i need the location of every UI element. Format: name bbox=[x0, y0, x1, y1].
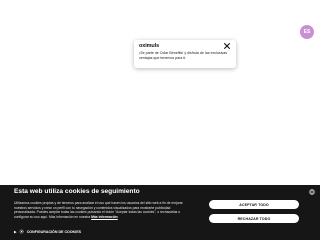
close-icon[interactable] bbox=[223, 42, 231, 50]
reject-all-button[interactable]: RECHAZAR TODO bbox=[209, 214, 299, 223]
accept-all-button[interactable]: ACEPTAR TODO bbox=[209, 200, 299, 209]
promo-logo: oximuls bbox=[139, 43, 160, 49]
promo-text: ¡Se parte de Oclar Benefits! y disfruta … bbox=[139, 51, 228, 60]
more-info-link[interactable]: Más información bbox=[91, 215, 118, 219]
cookie-banner-title: Esta web utiliza cookies de seguimiento bbox=[14, 188, 140, 195]
cookie-banner-text: Utilizamos cookies propias y de terceros… bbox=[14, 201, 190, 219]
caret-right-icon: ▶ bbox=[14, 229, 17, 234]
language-badge[interactable]: ES bbox=[300, 25, 314, 39]
gear-icon bbox=[19, 229, 24, 234]
cookie-banner: Esta web utiliza cookies de seguimiento … bbox=[0, 185, 320, 240]
globe-icon[interactable] bbox=[309, 189, 315, 195]
cookie-settings-toggle[interactable]: ▶ CONFIGURACIÓN DE COOKIES bbox=[14, 229, 81, 234]
promo-popup: oximuls ¡Se parte de Oclar Benefits! y d… bbox=[134, 40, 236, 68]
cookie-settings-label: CONFIGURACIÓN DE COOKIES bbox=[26, 229, 82, 234]
